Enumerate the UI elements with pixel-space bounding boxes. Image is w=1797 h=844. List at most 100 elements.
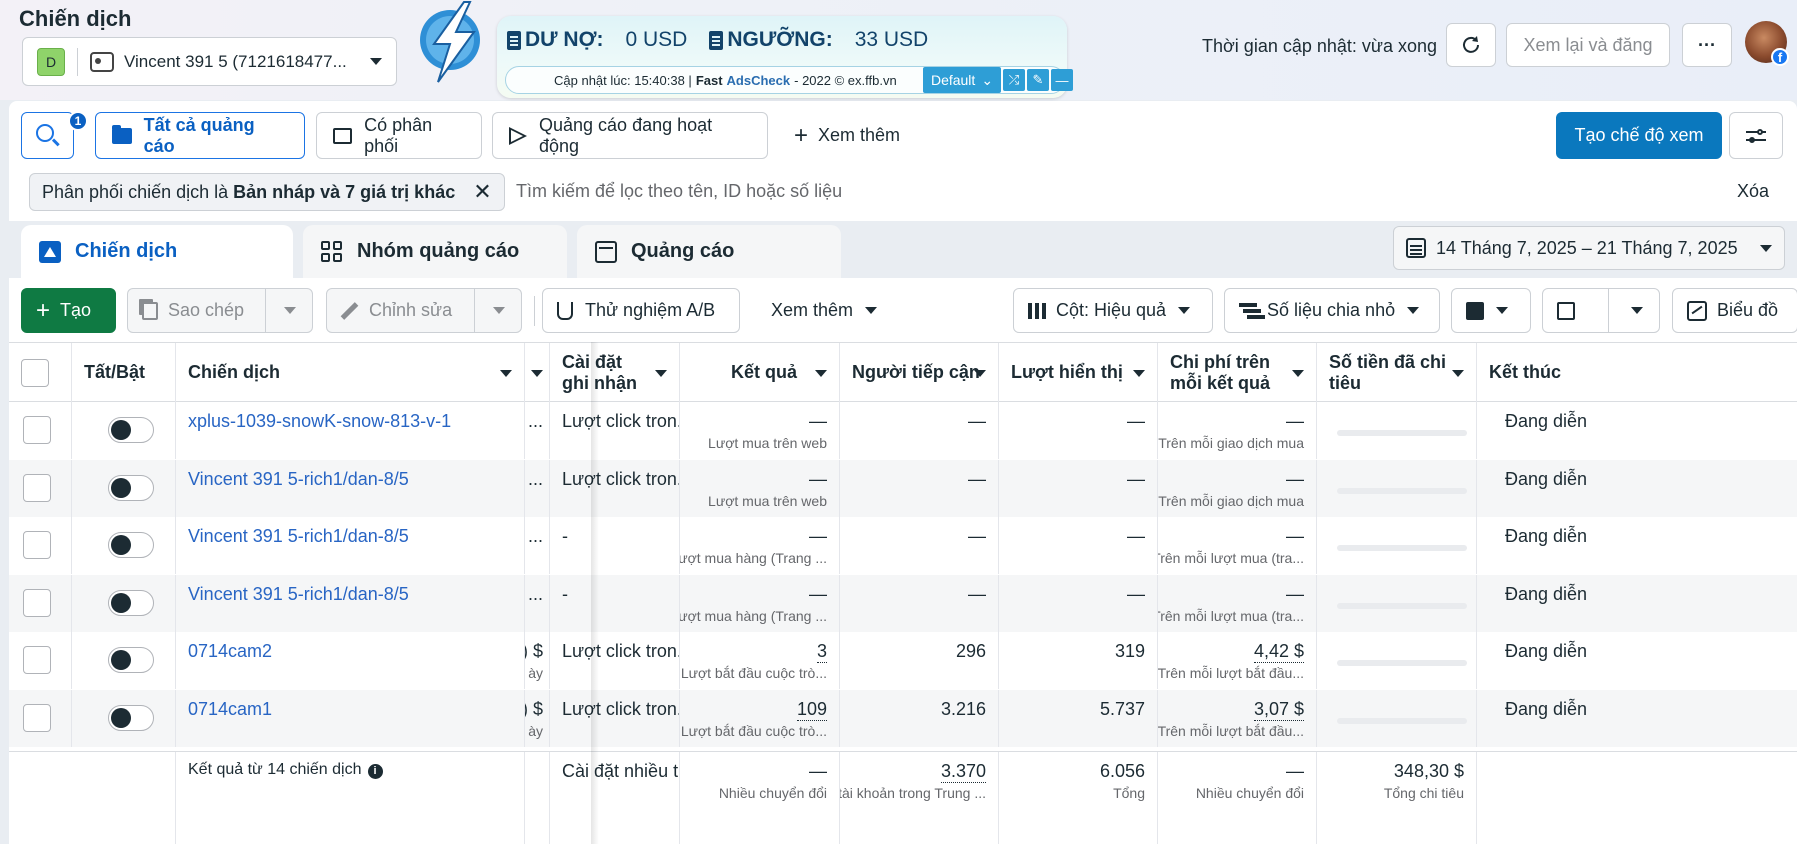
cpr-value: — [1286,411,1304,431]
col-campaign[interactable]: Chiến dịch [176,343,525,402]
chart-button[interactable]: Biểu đồ [1672,288,1797,333]
row-budget-cell: ... [525,459,550,517]
footer-impressions: 6.056 Tổng [999,752,1158,844]
minimize-icon[interactable]: — [1051,69,1073,91]
footer-attribution: Cài đặt nhiều t... [550,752,680,844]
row-checkbox[interactable] [23,531,51,559]
footer-impressions-sub: Tổng [1113,785,1145,801]
campaign-name-link[interactable]: 0714cam2 [188,641,272,662]
chevron-down-icon[interactable] [493,307,505,314]
see-more-filters-button[interactable]: + Xem thêm [777,112,927,159]
reports-button[interactable] [1451,288,1531,333]
info-icon[interactable]: i [367,764,383,779]
sliders-icon [1746,128,1766,143]
refresh-button[interactable] [1446,23,1496,67]
row-checkbox[interactable] [23,646,51,674]
fad-profile-select[interactable]: Default ⌄ [923,67,1001,93]
create-button[interactable]: + Tạo [21,288,116,333]
row-checkbox[interactable] [23,703,51,732]
impressions-value: — [1127,411,1145,431]
col-impressions[interactable]: Lượt hiển thị [999,343,1158,402]
table-row[interactable]: Vincent 391 5-rich1/dan-8/5... Lượt click… [9,459,1797,517]
table-row[interactable]: 0714cam2) $ ày Lượt click tron... 3 Lượt bắt… [9,632,1797,689]
close-icon[interactable]: ✕ [473,179,491,205]
row-checkbox[interactable] [23,416,51,444]
budget-value: ) $ [525,698,543,719]
date-range-picker[interactable]: 14 Tháng 7, 2025 – 21 Tháng 7, 2025 [1393,226,1785,270]
shuffle-icon[interactable]: ⤮ [1003,69,1025,91]
impressions-value: 5.737 [1099,698,1145,719]
facebook-icon: f [1771,48,1789,66]
chevron-down-icon[interactable] [1631,307,1643,314]
see-more-actions-button[interactable]: Xem thêm [771,288,878,333]
chevron-down-icon[interactable] [284,307,296,314]
filter-chip[interactable]: Phân phối chiến dịch là Bản nháp và 7 gi… [29,173,505,211]
tab-ads[interactable]: Quảng cáo [577,225,841,278]
delivered-label: Có phân phối [364,114,433,156]
export-button[interactable] [1542,288,1660,333]
tab-campaigns[interactable]: Chiến dịch [21,225,293,278]
row-results-cell: — Lượt mua hàng (Trang ... [680,517,840,574]
campaign-toggle[interactable] [108,589,154,616]
row-checkbox[interactable] [23,588,51,617]
campaign-name-link[interactable]: 0714cam1 [188,699,272,720]
dollar-document-icon [709,30,724,50]
col-reach[interactable]: Người tiếp cận [840,343,999,402]
tab-adsets[interactable]: Nhóm quảng cáo [303,225,567,278]
create-view-button[interactable]: Tạo chế độ xem [1556,112,1722,159]
results-value: 3 [816,641,827,663]
row-campaign-cell: 0714cam1 [176,689,525,747]
columns-button[interactable]: Cột: Hiệu quả [1013,288,1213,333]
campaign-toggle[interactable] [108,474,154,501]
col-cost-per-result[interactable]: Chi phí trên mỗi kết quả [1158,343,1317,402]
more-options-button[interactable]: ··· [1682,23,1732,67]
active-ads-filter[interactable]: Quảng cáo đang hoạt động [492,112,768,159]
campaign-name-link[interactable]: Vincent 391 5-rich1/dan-8/5 [188,584,409,605]
chevron-down-icon: ⌄ [981,71,994,88]
select-all-checkbox[interactable] [21,358,49,387]
delivered-filter[interactable]: Có phân phối [316,112,482,159]
results-sub: Lượt bắt đầu cuộc trò... [680,665,827,681]
campaign-toggle[interactable] [108,532,154,558]
clear-filters-link[interactable]: Xóa [1737,181,1769,202]
plus-icon: + [36,296,51,324]
campaign-name-link[interactable]: Vincent 391 5-rich1/dan-8/5 [188,526,409,547]
table-row[interactable]: xplus-1039-snowK-snow-813-v-1... Lượt cli… [9,402,1797,459]
edit-icon[interactable]: ✎ [1027,69,1049,91]
view-settings-button[interactable] [1729,112,1783,159]
duplicate-button[interactable]: Sao chép [127,288,313,333]
col-toggle[interactable]: Tất/Bật [72,343,176,402]
col-ends[interactable]: Kết thúc [1477,343,1797,402]
search-input[interactable] [516,181,1416,202]
impressions-value: — [1127,583,1145,604]
loading-placeholder [1337,487,1467,494]
row-select-cell [9,517,72,574]
campaign-toggle[interactable] [108,704,154,731]
breakdown-button[interactable]: Số liệu chia nhỏ [1224,288,1440,333]
col-campaign-label: Chiến dịch [188,362,281,382]
ab-test-button[interactable]: Thử nghiệm A/B [542,288,740,333]
campaign-name-link[interactable]: xplus-1039-snowK-snow-813-v-1 [188,411,451,432]
row-attribution-cell: Lượt click tron... [550,459,680,517]
footer-cpr-sub: Nhiều chuyển đổi [1195,785,1304,801]
footer-results: — Nhiều chuyển đổi [680,752,840,844]
row-checkbox[interactable] [23,473,51,502]
review-publish-button[interactable]: Xem lại và đăng [1506,23,1670,67]
columns-label: Cột: Hiệu quả [1056,300,1167,320]
col-budget[interactable] [525,343,550,402]
search-button[interactable]: 1 [21,111,88,159]
table-row[interactable]: 0714cam1) $àyLượt click tron...109Lượt b… [9,689,1797,747]
col-attribution[interactable]: Cài đặt ghi nhận [550,343,680,402]
campaign-name-link[interactable]: Vincent 391 5-rich1/dan-8/5 [188,469,409,490]
row-budget-cell: ) $ ày [525,632,550,689]
campaign-toggle[interactable] [108,647,154,673]
table-row[interactable]: Vincent 391 5-rich1/dan-8/5... - — Lượt mua… [9,517,1797,574]
edit-button[interactable]: Chỉnh sửa [326,288,522,333]
all-ads-filter[interactable]: Tất cả quảng cáo [95,112,305,159]
filter-chip-value: Bản nháp và 7 giá trị khác [233,181,456,202]
campaign-toggle[interactable] [108,417,154,443]
col-amount-spent[interactable]: Số tiền đã chi tiêu [1317,343,1477,402]
table-row[interactable]: Vincent 391 5-rich1/dan-8/5... - — Lượt mua… [9,574,1797,632]
account-selector[interactable]: D Vincent 391 5 (7121618477... [22,37,397,86]
col-results[interactable]: Kết quả [680,343,840,402]
